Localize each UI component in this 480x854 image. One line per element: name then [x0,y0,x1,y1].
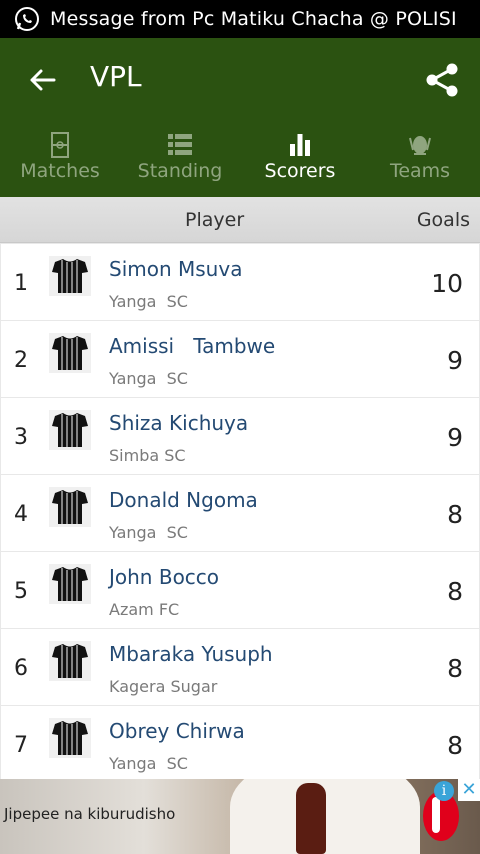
crest-icon [409,136,431,155]
player-name: John Bocco [109,565,220,589]
goal-count: 8 [447,577,463,606]
tab-standing[interactable]: Standing [120,122,240,197]
ad-info-icon[interactable]: i [434,781,454,801]
table-header: Player Goals [0,197,480,243]
scorer-row[interactable]: 6 Mbaraka Yusuph Kagera Sugar 8 [1,629,479,705]
team-name: Yanga SC [109,292,188,311]
rank: 5 [14,579,28,604]
player-name: Donald Ngoma [109,488,258,512]
notification-text: Message from Pc Matiku Chacha @ POLISI [50,8,457,30]
player-name: Simon Msuva [109,257,243,281]
ad-banner[interactable]: Jipepee na kiburudisho i ✕ [0,779,480,854]
player-name: Mbaraka Yusuph [109,642,273,666]
team-name: Yanga SC [109,369,188,388]
goal-count: 8 [447,500,463,529]
team-name: Azam FC [109,600,180,619]
goal-count: 9 [447,346,463,375]
goal-count: 8 [447,731,463,760]
jersey-icon [49,641,91,681]
jersey-icon [49,410,91,450]
status-bar: Message from Pc Matiku Chacha @ POLISI [0,0,480,38]
tab-label: Standing [137,160,223,182]
rank: 2 [14,348,28,373]
goal-count: 10 [431,269,463,298]
list-icon [168,134,192,155]
rank: 3 [14,425,28,450]
rank: 6 [14,656,28,681]
scorer-row[interactable]: 2 Amissi Tambwe Yanga SC 9 [1,321,479,397]
scorer-row[interactable]: 5 John Bocco Azam FC 8 [1,552,479,628]
jersey-icon [49,256,91,296]
scorer-row[interactable]: 3 Shiza Kichuya Simba SC 9 [1,398,479,474]
tab-bar: Matches Standing Scorers Teams [0,122,480,197]
tab-label: Scorers [264,160,336,182]
jersey-icon [49,487,91,527]
app-bar: VPL [0,38,480,122]
brand-logo-wave [432,797,440,833]
pitch-icon [51,132,69,158]
jersey-icon [49,333,91,373]
tab-label: Teams [389,160,451,182]
cola-bottle-image [296,783,326,854]
goal-count: 8 [447,654,463,683]
player-column-header: Player [185,209,245,231]
player-name: Amissi Tambwe [109,334,276,358]
goals-column-header: Goals [416,209,470,231]
team-name: Yanga SC [109,523,188,542]
player-name: Obrey Chirwa [109,719,245,743]
ad-close-icon[interactable]: ✕ [458,779,480,801]
ad-text: Jipepee na kiburudisho [4,805,176,823]
whatsapp-icon [15,7,39,31]
back-arrow-icon[interactable] [28,66,56,94]
share-icon[interactable] [424,62,460,98]
team-name: Kagera Sugar [109,677,218,696]
rank: 1 [14,271,28,296]
player-name: Shiza Kichuya [109,411,249,435]
scorer-row[interactable]: 4 Donald Ngoma Yanga SC 8 [1,475,479,551]
scorers-list: 1 Simon Msuva Yanga SC 10 2 Amissi Tambw… [0,244,480,783]
scorer-row[interactable]: 1 Simon Msuva Yanga SC 10 [1,244,479,320]
tab-teams[interactable]: Teams [360,122,480,197]
goal-count: 9 [447,423,463,452]
rank: 7 [14,733,28,758]
rank: 4 [14,502,28,527]
bar-chart-icon [290,134,310,156]
jersey-icon [49,718,91,758]
tab-matches[interactable]: Matches [0,122,120,197]
jersey-icon [49,564,91,604]
team-name: Simba SC [109,446,186,465]
tab-scorers[interactable]: Scorers [240,122,360,197]
tab-label: Matches [20,160,100,182]
team-name: Yanga SC [109,754,188,773]
scorer-row[interactable]: 7 Obrey Chirwa Yanga SC 8 [1,706,479,782]
page-title: VPL [90,60,142,93]
